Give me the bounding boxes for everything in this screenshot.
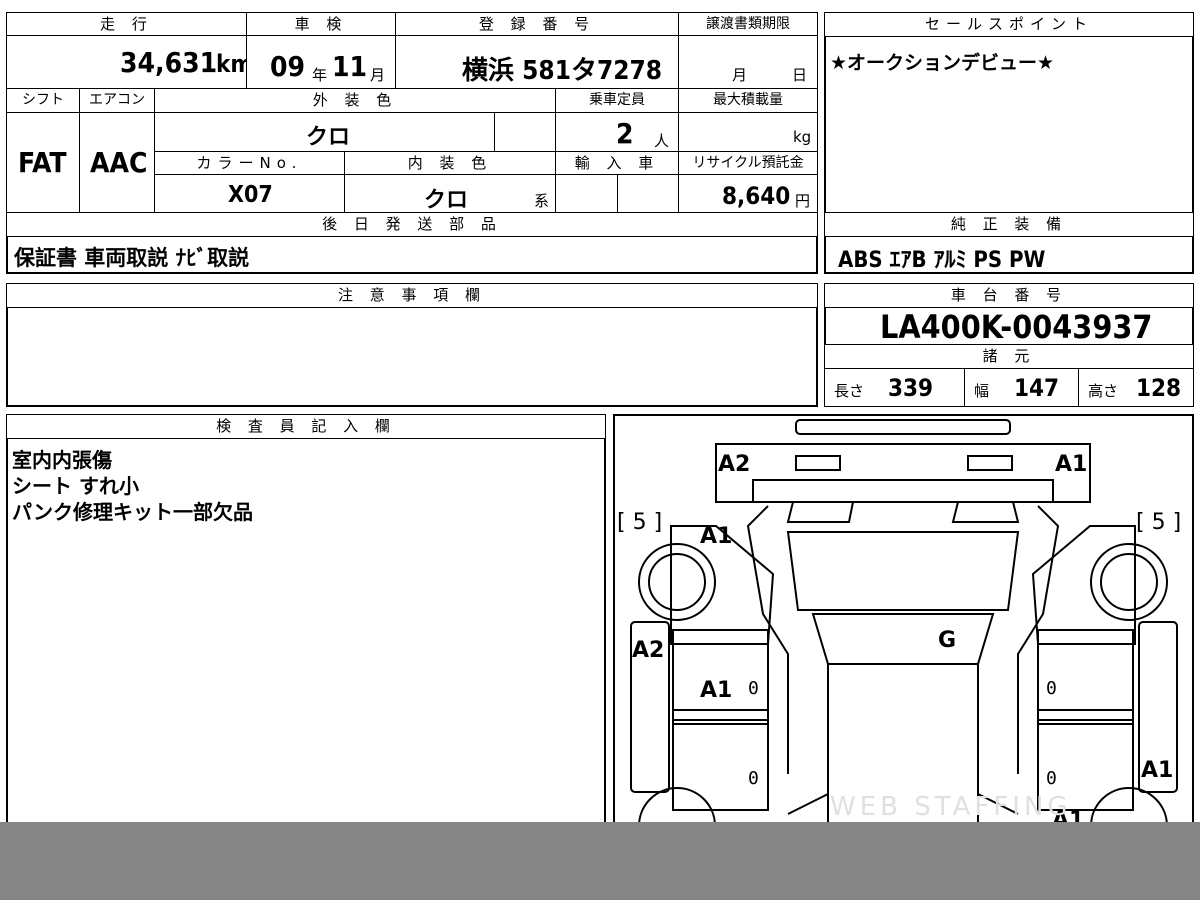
zero-mark-left-front: 0 [748, 678, 759, 699]
shaken-year: 09 [270, 50, 306, 83]
front-bumper [795, 419, 1011, 435]
transfer-day-unit: 日 [792, 66, 808, 84]
sales-point-header: セールスポイント [824, 12, 1194, 37]
shaken-year-unit: 年 [312, 66, 328, 84]
front-glass-right [951, 501, 1020, 523]
shaken-month-unit: 月 [370, 66, 386, 84]
spec-length-label: 長さ [834, 382, 865, 400]
zero-mark-right-front: 0 [1046, 678, 1057, 699]
headlight-left [795, 455, 841, 471]
later-parts-header: 後 日 発 送 部 品 [6, 212, 818, 237]
mark-right-rear: A1 [1141, 758, 1174, 783]
import-cell-b [617, 174, 679, 213]
bottom-overlay-bar [0, 822, 1200, 900]
recycle-deposit-header: リサイクル預託金 [678, 151, 818, 175]
mileage-header: 走 行 [6, 12, 247, 36]
spec-width-label: 幅 [974, 382, 990, 400]
front-panel [715, 443, 1091, 503]
aircon-header: エアコン [79, 88, 155, 113]
notes-header: 注 意 事 項 欄 [6, 283, 818, 308]
zero-mark-left-rear: 0 [748, 768, 759, 789]
later-parts-value: 保証書 車両取説 ﾅﾋﾞ取説 [14, 246, 250, 270]
exterior-color-blank [494, 112, 556, 152]
car-diagram [630, 419, 1178, 834]
mark-top-left: A2 [718, 452, 751, 477]
interior-color-unit: 系 [534, 192, 550, 210]
front-left-wheel [638, 543, 716, 621]
standard-equipment-value: ABS ｴｱB ｱﾙﾐ PS PW [838, 248, 1046, 273]
spec-height-value: 128 [1136, 374, 1182, 402]
spec-height-label: 高さ [1088, 382, 1119, 400]
color-no-value: X07 [228, 182, 273, 208]
mark-left-side: A2 [632, 638, 665, 663]
mark-front-left-fender: A1 [700, 524, 733, 549]
left-rear-door [672, 719, 769, 811]
registration-header: 登 録 番 号 [395, 12, 679, 36]
front-glass-left [786, 501, 855, 523]
tyre-mark-right: [ 5 ] [1136, 510, 1182, 535]
shaken-header: 車 検 [246, 12, 396, 36]
max-load-header: 最大積載量 [678, 88, 818, 113]
interior-color-value: クロ [424, 188, 469, 213]
shaken-month: 11 [332, 50, 368, 83]
capacity-unit: 人 [654, 132, 670, 150]
inspector-line-3: パンク修理キット一部欠品 [12, 500, 253, 524]
standard-equipment-header: 純 正 装 備 [824, 212, 1194, 237]
chassis-value: LA400K-0043937 [880, 308, 1153, 346]
capacity-header: 乗車定員 [555, 88, 679, 113]
specs-header: 諸 元 [824, 344, 1194, 369]
spec-length-value: 339 [888, 374, 934, 402]
inspector-header: 検 査 員 記 入 欄 [6, 414, 606, 439]
transfer-month-unit: 月 [732, 66, 748, 84]
front-edge [752, 479, 1054, 502]
watermark: WEB STAFFING [830, 792, 1072, 822]
mark-top-right: A1 [1055, 452, 1088, 477]
recycle-deposit-unit: 円 [795, 192, 811, 210]
shift-header: シフト [6, 88, 80, 113]
chassis-header: 車 台 番 号 [824, 283, 1194, 308]
max-load-unit: kg [793, 128, 812, 146]
mileage-value: 34,631 [120, 46, 218, 79]
roof [811, 613, 995, 665]
spec-width-value: 147 [1014, 374, 1060, 402]
recycle-deposit-value: 8,640 [722, 182, 791, 210]
shift-value: FAT [18, 146, 67, 179]
mark-roof: G [938, 628, 957, 653]
aircon-value: AAC [90, 146, 148, 179]
tyre-mark-left: [ 5 ] [617, 510, 663, 535]
import-header: 輸 入 車 [555, 151, 679, 175]
import-cell-a [555, 174, 618, 213]
zero-mark-right-rear: 0 [1046, 768, 1057, 789]
inspector-line-2: シート すれ小 [12, 474, 139, 498]
exterior-color-header: 外 装 色 [154, 88, 556, 113]
windshield [786, 531, 1020, 611]
exterior-color-value: クロ [306, 125, 351, 150]
transfer-deadline-header: 譲渡書類期限 [678, 12, 818, 36]
headlight-right [967, 455, 1013, 471]
interior-color-header: 内 装 色 [344, 151, 556, 175]
front-right-wheel [1090, 543, 1168, 621]
registration-value: 横浜 581タ7278 [462, 56, 663, 86]
capacity-value: 2 [616, 117, 634, 150]
sales-point-value: ★オークションデビュー★ [830, 52, 1055, 74]
color-no-header: カラーNo. [154, 151, 345, 175]
mark-left-door: A1 [700, 678, 733, 703]
inspector-line-1: 室内内張傷 [12, 448, 112, 472]
